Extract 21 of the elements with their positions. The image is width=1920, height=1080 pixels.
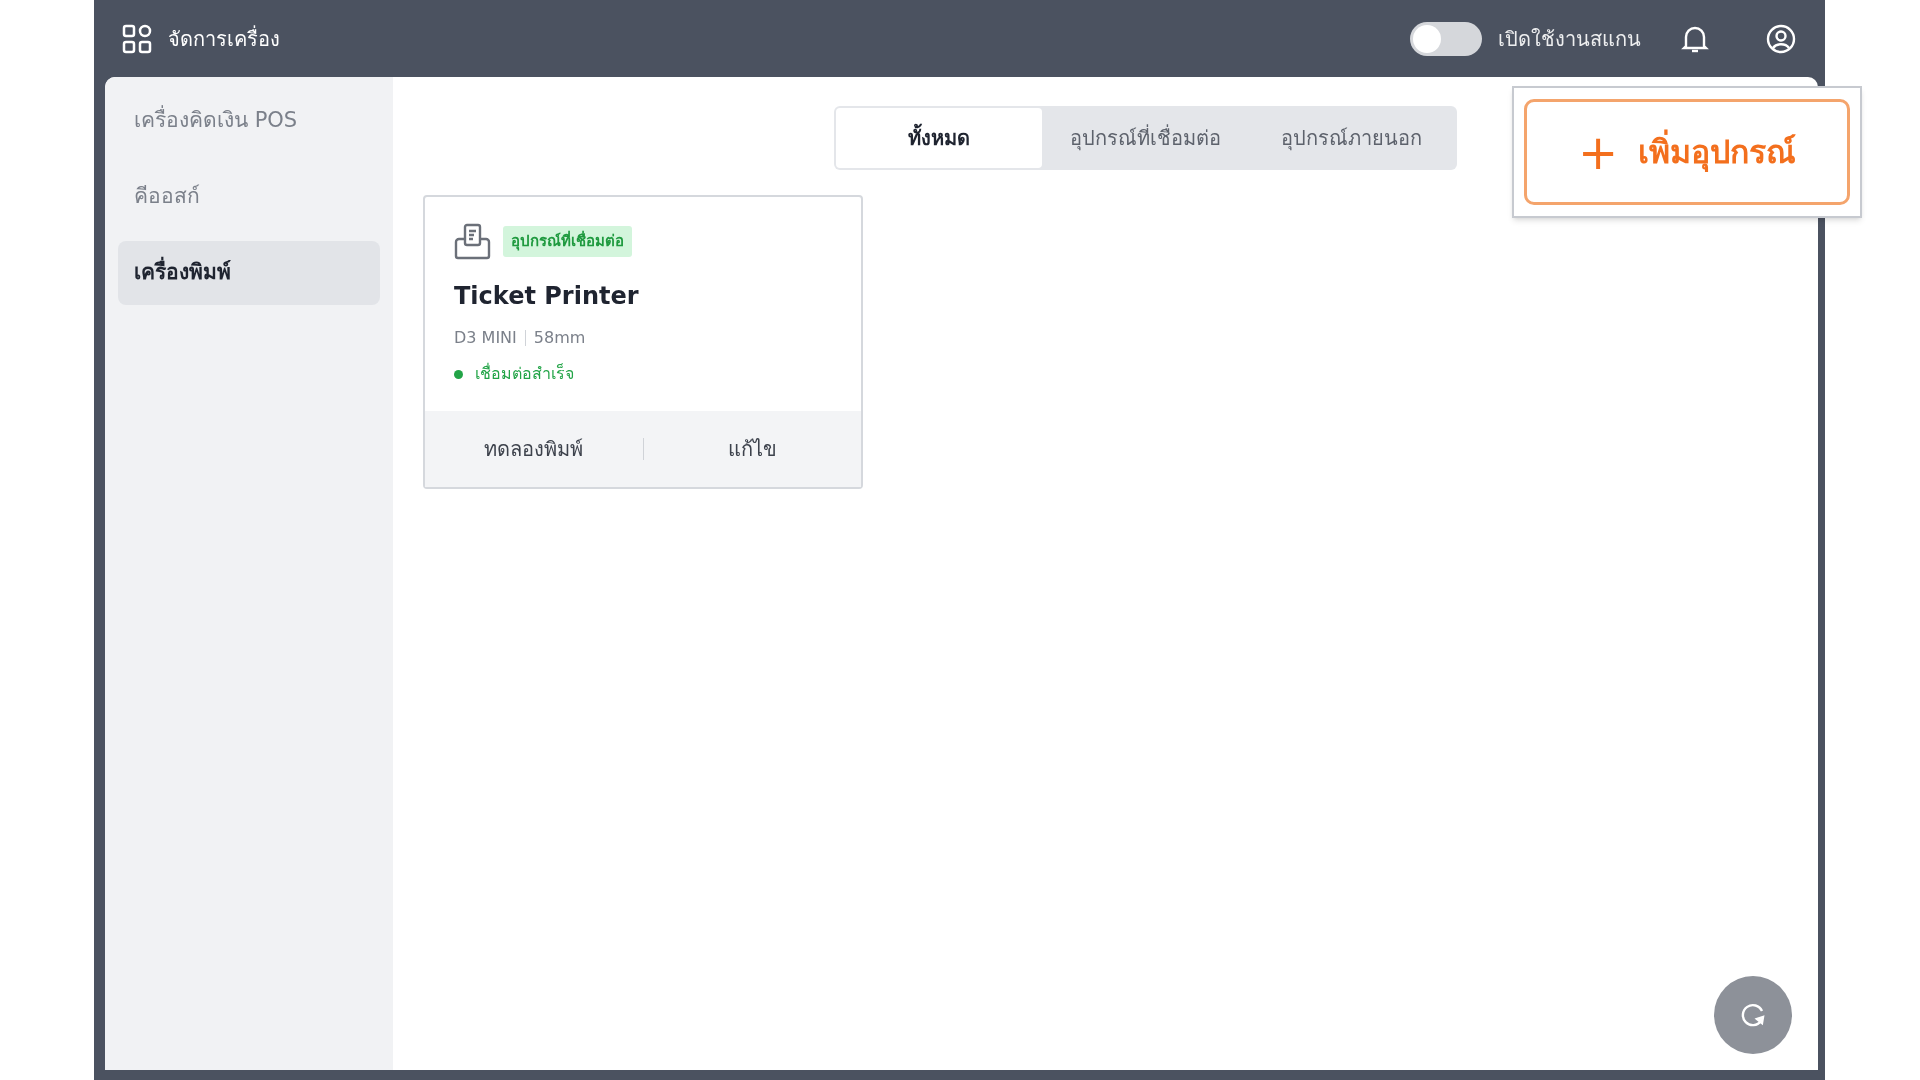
filter-tab[interactable]: อุปกรณ์ที่เชื่อมต่อ (1042, 108, 1249, 168)
device-name: Ticket Printer (454, 281, 640, 312)
plus-icon: + (1577, 128, 1619, 176)
scan-toggle[interactable] (1410, 21, 1482, 56)
page-title: จัดการเครื่อง (168, 24, 280, 53)
paper-size: 58mm (533, 327, 586, 349)
status-badge: อุปกรณ์ที่เชื่อมต่อ (503, 226, 632, 257)
connection-status: เชื่อมต่อสำเร็จ (475, 362, 574, 385)
grid-menu-icon[interactable] (122, 23, 152, 54)
sidebar-item[interactable]: คีออสก์ (118, 165, 380, 229)
add-device-button[interactable]: + เพิ่มอุปกรณ์ (1524, 99, 1850, 205)
scan-toggle-label: เปิดใช้งานสแกน (1498, 25, 1641, 53)
device-model: D3 MINI (454, 327, 517, 349)
edit-button[interactable]: แก้ไข (643, 411, 861, 487)
filter-tab[interactable]: อุปกรณ์ภายนอก (1248, 108, 1455, 168)
filter-tab[interactable]: ทั้งหมด (836, 108, 1043, 168)
user-account-icon[interactable] (1765, 22, 1797, 55)
printer-icon (454, 223, 491, 260)
test-print-button[interactable]: ทดลองพิมพ์ (425, 411, 643, 487)
sidebar-item[interactable]: เครื่องพิมพ์ (118, 241, 380, 305)
sidebar-item[interactable]: เครื่องคิดเงิน POS (118, 89, 380, 153)
